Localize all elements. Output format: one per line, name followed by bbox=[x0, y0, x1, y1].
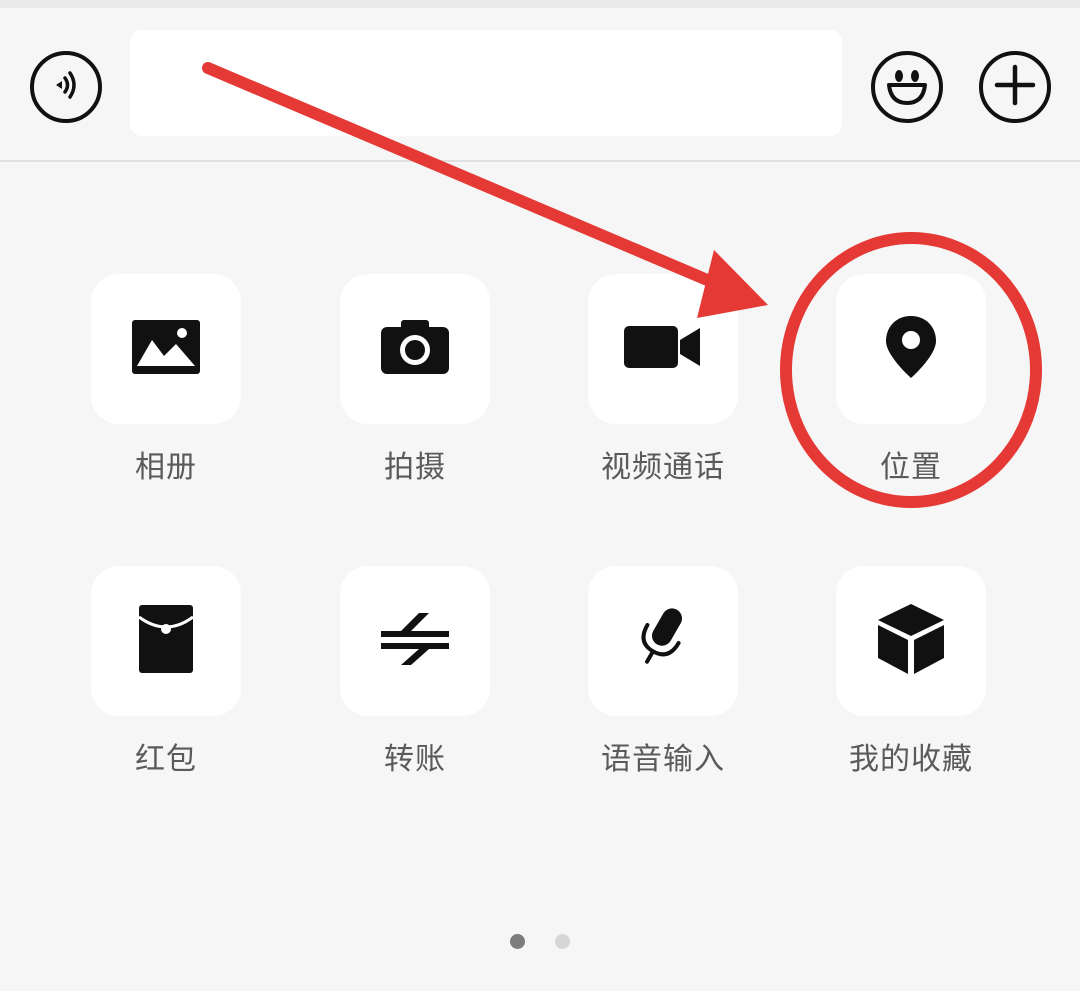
video-call-icon bbox=[622, 322, 704, 376]
tile-red-packet-box[interactable] bbox=[91, 566, 241, 716]
tile-red-packet[interactable]: 红包 bbox=[91, 566, 241, 778]
emoji-button[interactable] bbox=[871, 51, 943, 123]
camera-icon bbox=[379, 318, 451, 380]
plus-button[interactable] bbox=[979, 51, 1051, 123]
message-input[interactable] bbox=[130, 30, 842, 136]
tile-transfer-label: 转账 bbox=[384, 742, 446, 777]
emoji-icon bbox=[879, 57, 935, 117]
tile-location-box[interactable] bbox=[836, 274, 986, 424]
chat-input-bar bbox=[0, 8, 1080, 162]
tile-transfer-box[interactable] bbox=[340, 566, 490, 716]
tile-favorites[interactable]: 我的收藏 bbox=[836, 566, 986, 778]
tile-location[interactable]: 位置 bbox=[836, 274, 986, 486]
tile-voice-input-label: 语音输入 bbox=[601, 742, 725, 777]
tile-video-call[interactable]: 视频通话 bbox=[588, 274, 738, 486]
tile-video-call-box[interactable] bbox=[588, 274, 738, 424]
tile-transfer[interactable]: 转账 bbox=[340, 566, 490, 778]
tile-red-packet-label: 红包 bbox=[135, 742, 197, 777]
top-divider bbox=[0, 0, 1080, 8]
location-pin-icon bbox=[883, 314, 939, 384]
plus-icon bbox=[991, 61, 1039, 113]
transfer-icon bbox=[379, 609, 451, 673]
tile-favorites-box[interactable] bbox=[836, 566, 986, 716]
voice-button[interactable] bbox=[30, 51, 102, 123]
tile-camera-box[interactable] bbox=[340, 274, 490, 424]
tile-favorites-label: 我的收藏 bbox=[849, 742, 973, 777]
microphone-icon bbox=[633, 604, 693, 678]
tile-voice-input[interactable]: 语音输入 bbox=[588, 566, 738, 778]
tile-album-box[interactable] bbox=[91, 274, 241, 424]
page-dot-active[interactable] bbox=[510, 934, 525, 949]
voice-icon bbox=[44, 63, 88, 111]
album-icon bbox=[130, 318, 202, 380]
tile-video-call-label: 视频通话 bbox=[601, 450, 725, 485]
page-dot-inactive[interactable] bbox=[555, 934, 570, 949]
chat-extension-panel: 相册 拍摄 视频通话 位置 红包 转账 语音输入 我的收藏 bbox=[0, 0, 1080, 991]
tile-album-label: 相册 bbox=[135, 450, 197, 485]
red-packet-icon bbox=[136, 603, 196, 679]
tile-location-label: 位置 bbox=[880, 450, 942, 485]
tile-voice-input-box[interactable] bbox=[588, 566, 738, 716]
page-indicator[interactable] bbox=[510, 934, 572, 950]
tile-camera[interactable]: 拍摄 bbox=[340, 274, 490, 486]
favorites-cube-icon bbox=[876, 602, 946, 680]
tile-camera-label: 拍摄 bbox=[384, 450, 446, 485]
function-grid: 相册 拍摄 视频通话 位置 红包 转账 语音输入 我的收藏 bbox=[0, 162, 1080, 991]
tile-album[interactable]: 相册 bbox=[91, 274, 241, 486]
